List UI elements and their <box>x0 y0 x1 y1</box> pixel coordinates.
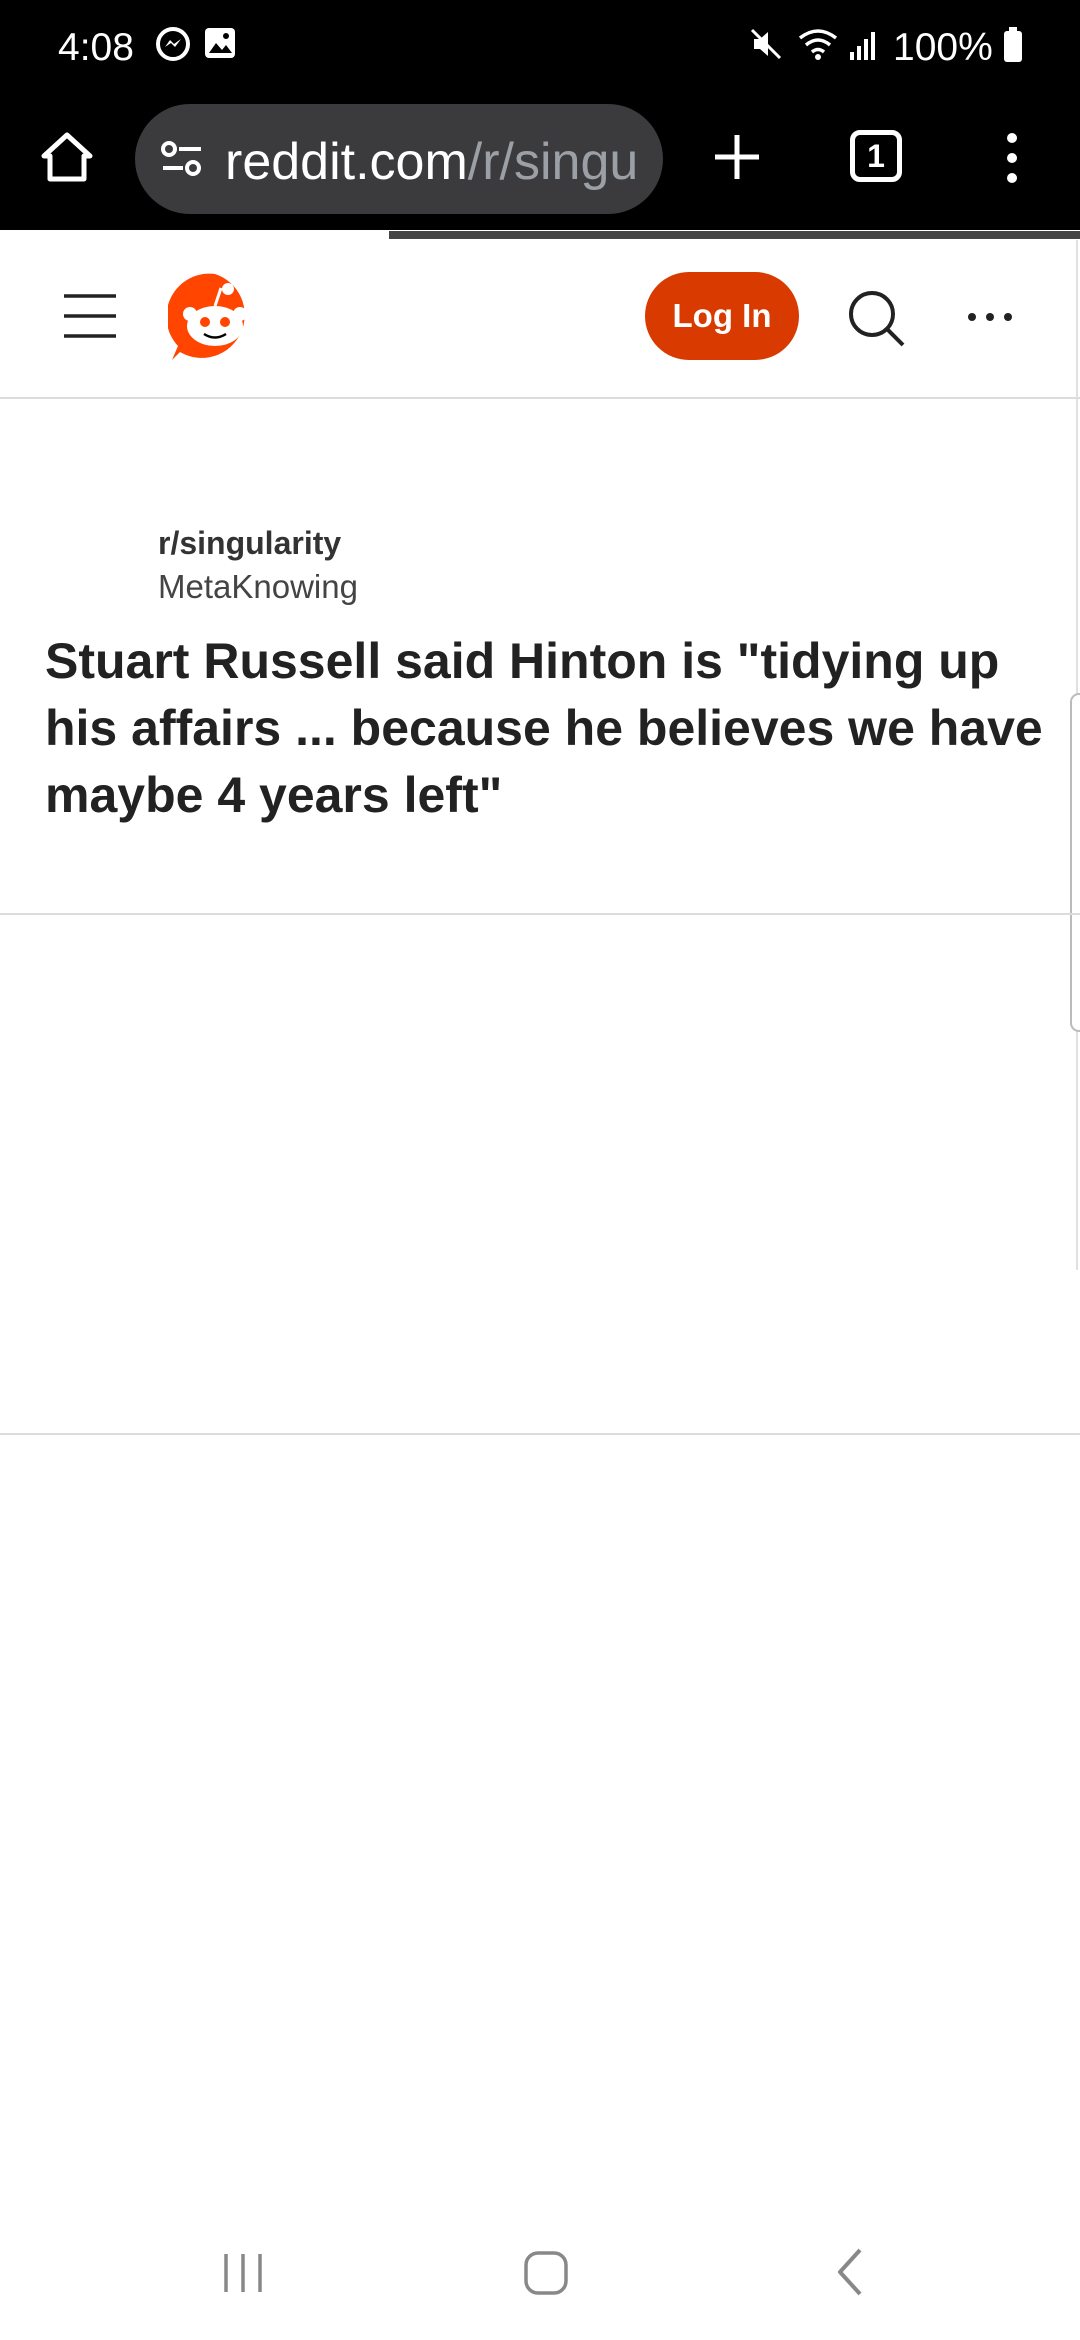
status-bar: 4:08 100% <box>0 0 1080 100</box>
post-card[interactable]: r/singularity MetaKnowing Stuart Russell… <box>0 398 1080 915</box>
battery-icon <box>1002 26 1024 69</box>
gallery-icon <box>203 26 237 65</box>
system-nav-bar <box>0 2220 1080 2340</box>
subreddit-name[interactable]: r/singularity <box>158 525 341 562</box>
post-title[interactable]: Stuart Russell said Hinton is "tidying u… <box>45 628 1045 829</box>
tab-count: 1 <box>867 138 885 174</box>
more-options-icon[interactable] <box>966 310 1014 328</box>
wifi-icon <box>796 26 840 67</box>
page-load-progress-fill <box>0 231 389 239</box>
address-bar[interactable]: reddit.com/r/singul <box>135 104 663 214</box>
tab-switcher-button[interactable]: 1 <box>850 130 902 182</box>
url-host: reddit.com <box>225 133 468 191</box>
site-settings-icon[interactable] <box>159 136 205 187</box>
url-text[interactable]: reddit.com/r/singul <box>225 132 640 192</box>
battery-percent: 100% <box>893 26 993 69</box>
recent-apps-icon[interactable] <box>220 2250 266 2301</box>
back-icon[interactable] <box>832 2246 868 2303</box>
status-time: 4:08 <box>58 26 134 69</box>
home-icon[interactable] <box>38 128 96 191</box>
reddit-header: Log In <box>0 240 1080 399</box>
new-tab-icon[interactable] <box>710 130 764 189</box>
post-content-placeholder <box>0 915 1080 1435</box>
hamburger-menu-icon[interactable] <box>62 292 118 345</box>
reddit-logo-icon[interactable] <box>166 270 262 369</box>
browser-menu-icon[interactable] <box>1002 130 1022 191</box>
url-path: /r/singul <box>467 133 640 191</box>
signal-icon <box>848 26 880 67</box>
post-author[interactable]: MetaKnowing <box>158 568 358 606</box>
login-button[interactable]: Log In <box>645 272 799 360</box>
messenger-icon <box>155 26 191 67</box>
home-nav-icon[interactable] <box>522 2249 570 2302</box>
search-icon[interactable] <box>847 289 907 354</box>
mute-icon <box>748 26 784 67</box>
browser-toolbar: reddit.com/r/singul 1 <box>0 100 1080 230</box>
page-load-progress <box>0 231 1080 239</box>
